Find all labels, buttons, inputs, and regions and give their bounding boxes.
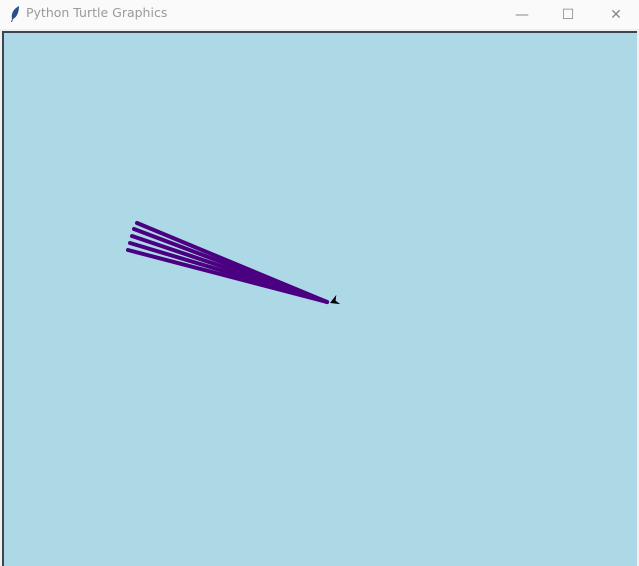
drawing-layer <box>126 221 341 305</box>
pen-line <box>126 248 329 304</box>
turtle-arrow-icon <box>330 294 341 305</box>
